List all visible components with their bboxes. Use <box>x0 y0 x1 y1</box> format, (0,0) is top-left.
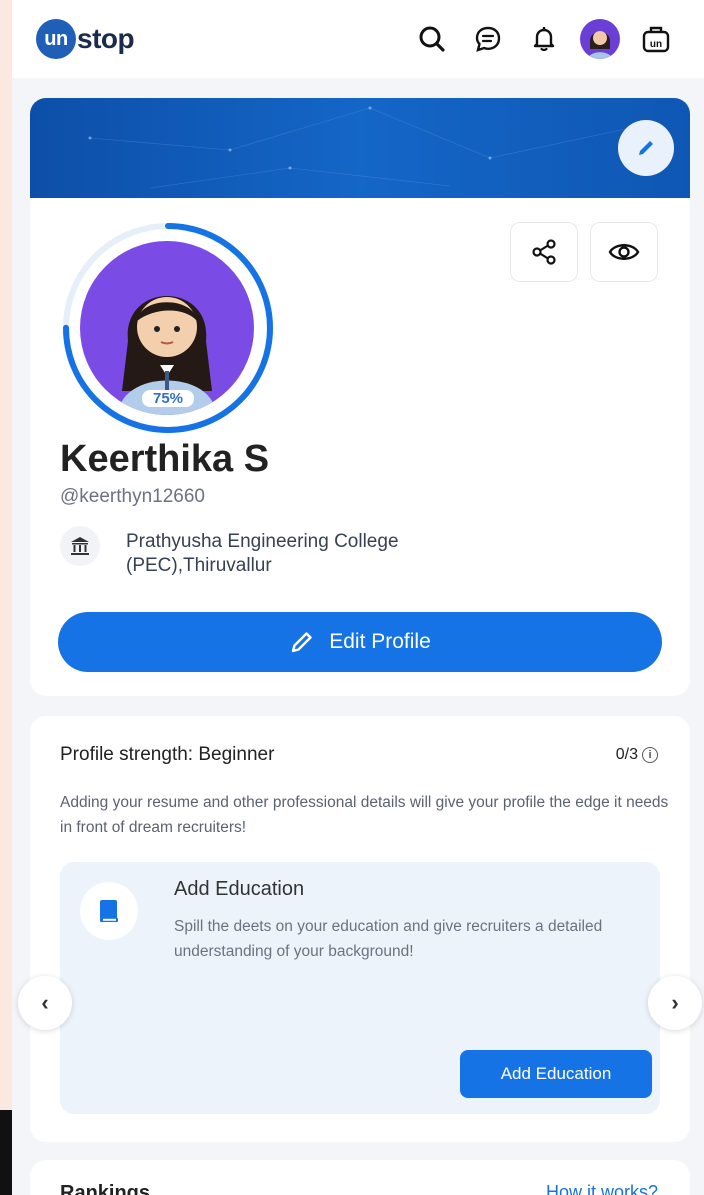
share-icon <box>532 239 556 265</box>
rankings-title: Rankings <box>60 1182 151 1195</box>
chevron-left-icon: ‹ <box>41 990 49 1015</box>
book-icon <box>80 882 138 940</box>
pencil-icon <box>639 141 653 155</box>
header-actions: un <box>396 0 676 78</box>
strength-count-value: 0/3 <box>615 746 638 763</box>
add-education-description: Spill the deets on your education and gi… <box>174 918 603 960</box>
college-line-2: (PEC),Thiruvallur <box>126 555 272 576</box>
add-education-card: Add Education Spill the deets on your ed… <box>60 862 660 1114</box>
profile-avatar[interactable] <box>80 241 254 415</box>
banner-pattern <box>88 106 632 189</box>
logo-text: stop <box>77 23 135 54</box>
completion-percent: 75% <box>142 390 194 407</box>
eye-icon <box>608 244 640 260</box>
logo-badge: un <box>36 19 76 59</box>
institution-icon <box>60 526 100 566</box>
edit-profile-label: Edit Profile <box>329 630 431 653</box>
avatar-button[interactable] <box>580 19 620 59</box>
profile-card: 75% Keerthika S @keerthyn12660 Prathyush… <box>30 98 690 696</box>
search-icon[interactable] <box>412 19 452 59</box>
unstop-logo[interactable]: un stop <box>36 19 135 59</box>
view-profile-button[interactable] <box>590 222 658 282</box>
how-it-works-link[interactable]: How it works? <box>546 1182 658 1195</box>
add-education-button[interactable]: Add Education <box>460 1050 652 1098</box>
bell-icon[interactable] <box>524 19 564 59</box>
profile-strength-card: Profile strength: Beginner 0/3 i Adding … <box>18 716 702 1142</box>
info-icon[interactable]: i <box>642 747 658 763</box>
profile-strength-title: Profile strength: Beginner <box>60 744 275 765</box>
avatar <box>580 19 620 59</box>
left-background-strip <box>0 0 12 1195</box>
top-header: un stop un <box>12 0 704 78</box>
profile-banner <box>30 98 690 198</box>
briefcase-icon[interactable]: un <box>636 19 676 59</box>
chevron-right-icon: › <box>671 990 679 1015</box>
chat-icon[interactable] <box>468 19 508 59</box>
app-screen: un stop un 75% Keerthika S @keerthyn1266… <box>12 0 704 1195</box>
add-education-title: Add Education <box>174 878 305 900</box>
carousel-next-button[interactable]: › <box>648 976 702 1030</box>
edit-banner-button[interactable] <box>618 120 674 176</box>
pencil-icon <box>292 632 312 653</box>
left-dark-edge <box>0 1110 12 1195</box>
briefcase-label: un <box>650 39 662 50</box>
edit-profile-button[interactable]: Edit Profile <box>58 612 662 672</box>
profile-handle: @keerthyn12660 <box>60 486 205 507</box>
profile-strength-count: 0/3 i <box>616 746 658 764</box>
profile-name: Keerthika S <box>60 438 270 480</box>
share-button[interactable] <box>510 222 578 282</box>
profile-college: Prathyusha Engineering College (PEC),Thi… <box>126 530 546 578</box>
college-line-1: Prathyusha Engineering College <box>126 531 399 552</box>
rankings-card: Rankings How it works? <box>30 1160 690 1195</box>
profile-strength-description: Adding your resume and other professiona… <box>60 794 669 836</box>
carousel-prev-button[interactable]: ‹ <box>18 976 72 1030</box>
